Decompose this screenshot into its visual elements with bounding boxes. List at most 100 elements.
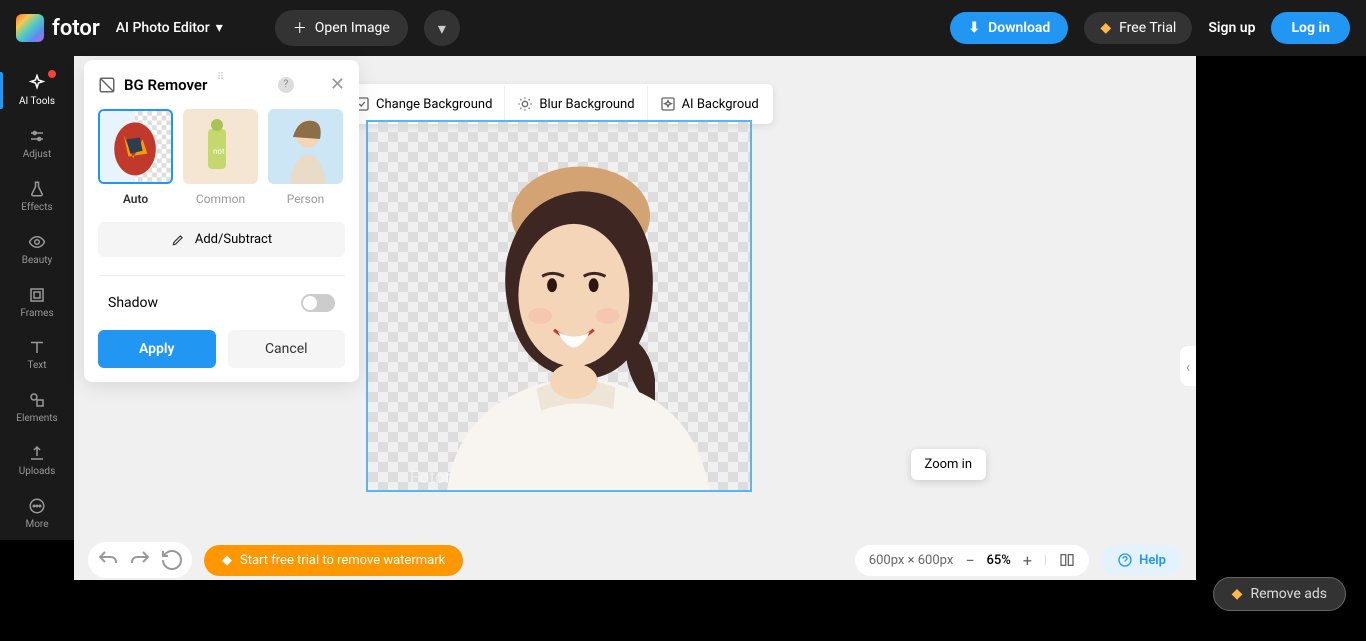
tab-person[interactable]: Person: [268, 192, 343, 206]
canvas[interactable]: Fotor: [366, 120, 752, 492]
frame-icon: [28, 286, 46, 304]
sidebar-item-adjust[interactable]: Adjust: [0, 117, 74, 170]
thumb-person[interactable]: [268, 109, 343, 184]
tab-common[interactable]: Common: [183, 192, 258, 206]
sidebar-item-beauty[interactable]: Beauty: [0, 223, 74, 276]
open-image-label: Open Image: [315, 20, 390, 36]
open-image-dropdown[interactable]: ▾: [424, 10, 460, 46]
log-in-button[interactable]: Log in: [1271, 12, 1350, 44]
sidebar-item-frames[interactable]: Frames: [0, 276, 74, 329]
sidebar-item-uploads[interactable]: Uploads: [0, 434, 74, 487]
sidebar-item-label: Elements: [16, 413, 57, 424]
close-icon[interactable]: ✕: [330, 74, 345, 95]
trial-remove-watermark-button[interactable]: ◆ Start free trial to remove watermark: [204, 545, 463, 576]
shapes-icon: [28, 391, 46, 409]
free-trial-button[interactable]: ◆ Free Trial: [1084, 12, 1192, 44]
help-icon[interactable]: ?: [278, 77, 294, 93]
zoom-percentage: 65%: [986, 553, 1010, 568]
blur-background-button[interactable]: Blur Background: [505, 86, 647, 122]
download-label: Download: [988, 20, 1050, 36]
sidebar-item-label: Beauty: [22, 255, 53, 266]
shadow-toggle[interactable]: [301, 294, 335, 312]
sidebar-item-label: Adjust: [23, 149, 52, 160]
more-icon: [28, 497, 46, 515]
sidebar-item-label: More: [25, 519, 48, 530]
undo-button[interactable]: [96, 548, 120, 572]
chevron-left-icon: ‹: [1186, 357, 1191, 376]
editor-dropdown[interactable]: AI Photo Editor ▾: [116, 20, 223, 36]
diamond-icon: ◆: [222, 553, 232, 568]
open-image-button[interactable]: ＋ Open Image: [275, 10, 408, 46]
logo[interactable]: fotor: [16, 14, 100, 42]
bg-remover-icon: [98, 76, 116, 94]
ai-bg-label: AI Backgroud: [682, 97, 759, 112]
sidebar-item-more[interactable]: More: [0, 487, 74, 540]
panel-title: BG Remover: [124, 76, 270, 94]
shadow-label: Shadow: [108, 295, 158, 311]
sidebar-item-elements[interactable]: Elements: [0, 381, 74, 434]
bg-remover-panel: ⠿ BG Remover ? ✕ not Auto Common Person …: [84, 60, 359, 382]
thumb-auto[interactable]: [98, 109, 173, 184]
reset-button[interactable]: [160, 548, 184, 572]
sidebar-item-label: Effects: [21, 202, 52, 213]
sliders-icon: [28, 127, 46, 145]
sparkle-icon: [28, 74, 46, 92]
sidebar-item-ai-tools[interactable]: AI Tools: [0, 64, 74, 117]
background-toolbar: Change Background Blur Background AI Bac…: [340, 84, 773, 124]
zoom-out-button[interactable]: −: [965, 551, 974, 570]
download-icon: ⬇: [968, 20, 980, 36]
svg-text:Fotor: Fotor: [410, 467, 452, 488]
eye-icon: [28, 233, 46, 251]
blur-icon: [517, 96, 533, 112]
apply-button[interactable]: Apply: [98, 330, 216, 368]
top-bar: fotor AI Photo Editor ▾ ＋ Open Image ▾ ⬇…: [0, 0, 1366, 56]
ai-bg-icon: [660, 96, 676, 112]
add-subtract-label: Add/Subtract: [195, 232, 272, 247]
redo-button[interactable]: [128, 548, 152, 572]
sidebar-item-label: Text: [27, 360, 46, 371]
diamond-icon: ◆: [1232, 586, 1243, 602]
logo-text: fotor: [52, 16, 100, 41]
ai-background-button[interactable]: AI Backgroud: [648, 86, 771, 122]
upload-icon: [28, 444, 46, 462]
blur-bg-label: Blur Background: [539, 97, 634, 112]
sidebar-item-label: AI Tools: [19, 96, 55, 107]
expand-panel-button[interactable]: ‹: [1180, 346, 1196, 386]
canvas-dimensions: 600px × 600px: [869, 553, 954, 568]
sign-up-link[interactable]: Sign up: [1208, 20, 1255, 36]
zoom-in-button[interactable]: +: [1023, 551, 1032, 570]
change-background-button[interactable]: Change Background: [342, 86, 505, 122]
flask-icon: [28, 180, 46, 198]
cancel-button[interactable]: Cancel: [228, 330, 346, 368]
add-subtract-button[interactable]: Add/Subtract: [98, 222, 345, 257]
history-controls: [88, 542, 192, 578]
sidebar: AI Tools Adjust Effects Beauty Frames Te…: [0, 56, 74, 540]
plus-icon: ＋: [293, 18, 307, 38]
text-icon: [28, 338, 46, 356]
diamond-icon: ◆: [1100, 20, 1111, 36]
sidebar-item-text[interactable]: Text: [0, 328, 74, 381]
notification-dot: [48, 70, 56, 78]
tab-auto[interactable]: Auto: [98, 192, 173, 206]
free-trial-label: Free Trial: [1119, 20, 1176, 36]
remove-ads-button[interactable]: ◆ Remove ads: [1213, 577, 1346, 611]
help-button[interactable]: Help: [1101, 545, 1182, 575]
bottom-bar: ◆ Start free trial to remove watermark 6…: [74, 540, 1196, 580]
svg-text:not: not: [213, 147, 225, 156]
chevron-down-icon: ▾: [216, 20, 223, 36]
editor-dropdown-label: AI Photo Editor: [116, 20, 210, 36]
canvas-image: Fotor: [368, 122, 750, 490]
brush-icon: [171, 233, 185, 247]
sidebar-item-label: Frames: [20, 308, 53, 319]
thumb-common[interactable]: not: [183, 109, 258, 184]
sidebar-item-effects[interactable]: Effects: [0, 170, 74, 223]
zoom-in-tooltip: Zoom in: [911, 449, 986, 480]
divider: [98, 275, 345, 276]
zoom-controls: 600px × 600px − 65% + |: [855, 545, 1089, 576]
drag-handle-icon[interactable]: ⠿: [217, 72, 226, 83]
compare-icon[interactable]: [1059, 552, 1075, 568]
help-circle-icon: [1117, 552, 1133, 568]
remove-ads-label: Remove ads: [1250, 586, 1327, 602]
sidebar-item-label: Uploads: [19, 466, 55, 477]
download-button[interactable]: ⬇ Download: [950, 12, 1068, 44]
